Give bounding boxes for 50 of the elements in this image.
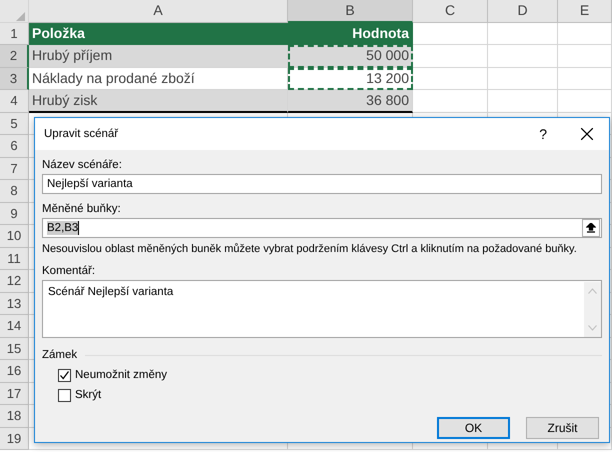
row-header[interactable]: 18 (0, 405, 29, 428)
field-label: Název scénáře: (42, 158, 123, 172)
row-header[interactable]: 1 (0, 22, 29, 45)
row-header[interactable]: 4 (0, 90, 29, 112)
ok-button[interactable]: OK (437, 417, 510, 439)
cancel-button[interactable]: Zrušit (526, 417, 599, 439)
checkbox[interactable] (58, 368, 71, 382)
close-icon[interactable] (581, 128, 593, 140)
collapse-button[interactable] (582, 219, 600, 237)
changing-cells-field[interactable]: B2,B3 (42, 218, 602, 238)
row-header[interactable]: 11 (0, 248, 29, 270)
column-header[interactable]: C (413, 0, 488, 22)
field-label: Měněné buňky: (42, 202, 122, 216)
row-header[interactable]: 7 (0, 158, 29, 180)
field-label: Komentář: (42, 264, 96, 278)
name-field[interactable]: Nejlepší varianta (42, 174, 602, 194)
row-header[interactable]: 3 (0, 68, 29, 90)
column-header[interactable]: D (488, 0, 558, 22)
dialog-title: Upravit scénář (44, 127, 118, 141)
group-label: Zámek (42, 348, 78, 362)
row-header[interactable]: 10 (0, 225, 29, 248)
row-header[interactable]: 16 (0, 360, 29, 382)
row-header[interactable]: 14 (0, 315, 29, 338)
comment-field[interactable]: Scénář Nejlepší varianta (42, 280, 602, 338)
row-header[interactable]: 19 (0, 428, 29, 450)
checkbox[interactable] (58, 388, 71, 402)
row-header[interactable]: 9 (0, 202, 29, 225)
row-header[interactable]: 2 (0, 45, 29, 68)
column-header[interactable]: E (558, 0, 612, 22)
column-header[interactable]: B (288, 0, 413, 22)
table-cell: Hrubý příjem (29, 45, 288, 68)
table-cell: Položka (29, 22, 288, 45)
row-header[interactable]: 15 (0, 338, 29, 360)
row-header[interactable]: 13 (0, 292, 29, 315)
table-cell: 50 000 (288, 45, 413, 68)
checkbox-label[interactable]: Neumožnit změny (75, 368, 168, 382)
table-cell: 36 800 (288, 90, 413, 112)
row-header[interactable]: 17 (0, 382, 29, 405)
row-header[interactable]: 6 (0, 135, 29, 158)
column-header[interactable]: A (29, 0, 288, 22)
checkbox-label[interactable]: Skrýt (75, 388, 102, 402)
table-cell: Hodnota (288, 22, 413, 45)
table-cell: 13 200 (288, 68, 413, 90)
row-header[interactable]: 8 (0, 180, 29, 202)
help-button[interactable]: ? (539, 127, 547, 141)
table-cell: Hrubý zisk (29, 90, 288, 112)
row-header[interactable]: 5 (0, 112, 29, 135)
hint-text: Nesouvislou oblast měněných buněk můžete vybrat podržením klávesy Ctrl a kliknutím na požadované buňky. (42, 242, 578, 256)
arrow-up-icon (586, 223, 596, 233)
row-header[interactable]: 12 (0, 270, 29, 292)
